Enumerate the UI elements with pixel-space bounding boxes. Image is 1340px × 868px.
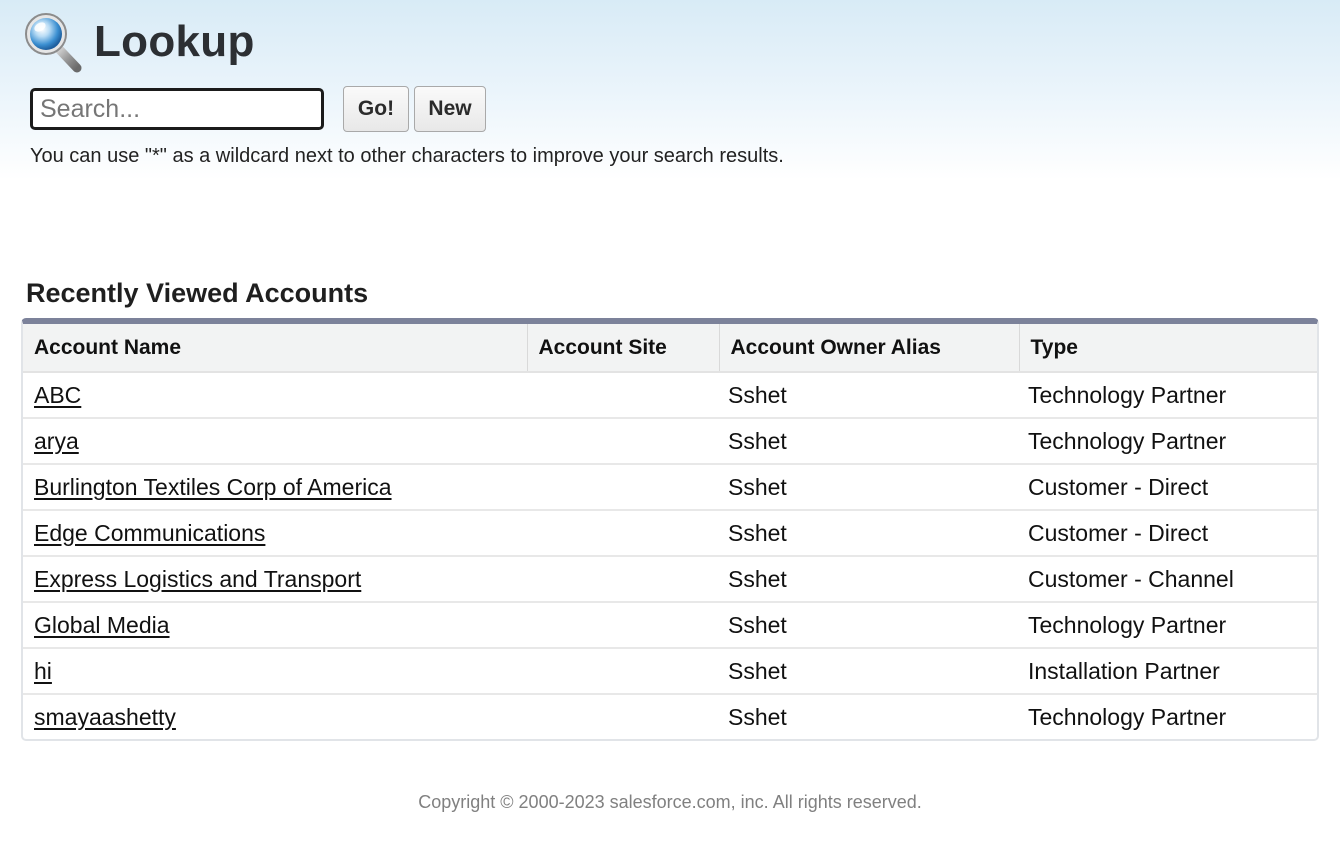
section-title: Recently Viewed Accounts — [26, 278, 369, 308]
account-site-cell — [527, 648, 719, 695]
owner-alias-cell: Sshet — [719, 464, 1019, 511]
account-site-cell — [527, 602, 719, 649]
type-cell: Customer - Channel — [1019, 556, 1317, 603]
type-cell: Technology Partner — [1019, 372, 1317, 419]
table-row: Global Media Sshet Technology Partner — [23, 602, 1317, 649]
table-row: Burlington Textiles Corp of America Sshe… — [23, 464, 1317, 511]
column-header-account-site: Account Site — [527, 324, 720, 373]
table-row: arya Sshet Technology Partner — [23, 418, 1317, 465]
table-header-row: Account Name Account Site Account Owner … — [23, 324, 1317, 373]
account-link[interactable]: Express Logistics and Transport — [34, 566, 361, 592]
table-row: Edge Communications Sshet Customer - Dir… — [23, 510, 1317, 557]
account-site-cell — [527, 510, 719, 557]
account-link[interactable]: arya — [34, 428, 79, 454]
search-hint: You can use "*" as a wildcard next to ot… — [30, 145, 784, 167]
lookup-header: Lookup — [22, 10, 255, 74]
owner-alias-cell: Sshet — [719, 602, 1019, 649]
page-title: Lookup — [94, 17, 255, 66]
copyright-footer: Copyright © 2000-2023 salesforce.com, in… — [418, 792, 922, 812]
go-button[interactable]: Go! — [343, 86, 409, 132]
table-row: ABC Sshet Technology Partner — [23, 372, 1317, 419]
type-cell: Technology Partner — [1019, 602, 1317, 649]
account-link[interactable]: Burlington Textiles Corp of America — [34, 474, 392, 500]
account-site-cell — [527, 372, 719, 419]
owner-alias-cell: Sshet — [719, 556, 1019, 603]
owner-alias-cell: Sshet — [719, 418, 1019, 465]
type-cell: Installation Partner — [1019, 648, 1317, 695]
recent-accounts-table: Account Name Account Site Account Owner … — [21, 318, 1319, 741]
account-site-cell — [527, 418, 719, 465]
table-row: Express Logistics and Transport Sshet Cu… — [23, 556, 1317, 603]
type-cell: Customer - Direct — [1019, 464, 1317, 511]
column-header-account-name: Account Name — [23, 324, 528, 373]
table-row: smayaashetty Sshet Technology Partner — [23, 694, 1317, 739]
search-row: Go! New — [30, 86, 486, 132]
type-cell: Technology Partner — [1019, 418, 1317, 465]
account-link[interactable]: Global Media — [34, 612, 170, 638]
owner-alias-cell: Sshet — [728, 703, 787, 730]
column-header-type: Type — [1019, 324, 1317, 373]
column-header-owner-alias: Account Owner Alias — [719, 324, 1020, 373]
table-row: hi Sshet Installation Partner — [23, 648, 1317, 695]
account-site-cell — [527, 464, 719, 511]
account-link[interactable]: ABC — [34, 382, 81, 408]
search-input[interactable] — [30, 88, 324, 130]
account-link[interactable]: smayaashetty — [34, 704, 176, 730]
account-site-cell — [527, 556, 719, 603]
owner-alias-cell: Sshet — [719, 510, 1019, 557]
type-cell: Technology Partner — [1028, 703, 1227, 730]
account-site-cell — [527, 694, 719, 739]
type-cell: Customer - Direct — [1019, 510, 1317, 557]
new-button[interactable]: New — [414, 86, 486, 132]
magnifier-icon — [25, 13, 82, 73]
account-link[interactable]: Edge Communications — [34, 520, 265, 546]
lookup-page: Lookup Go! New You can use "*" as a wild… — [0, 0, 1340, 868]
account-link[interactable]: hi — [34, 658, 52, 684]
owner-alias-cell: Sshet — [719, 372, 1019, 419]
owner-alias-cell: Sshet — [719, 648, 1019, 695]
